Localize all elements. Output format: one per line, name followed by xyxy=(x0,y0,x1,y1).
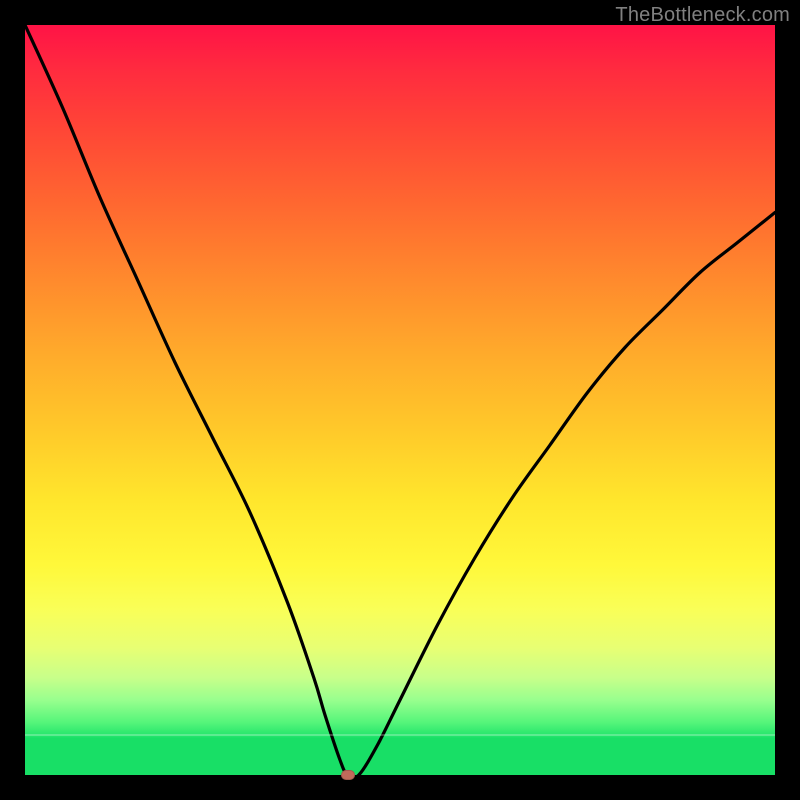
plot-area xyxy=(25,25,775,775)
bottleneck-curve xyxy=(25,25,775,775)
chart-frame: TheBottleneck.com xyxy=(0,0,800,800)
watermark-text: TheBottleneck.com xyxy=(615,4,790,27)
optimal-marker xyxy=(341,770,355,780)
